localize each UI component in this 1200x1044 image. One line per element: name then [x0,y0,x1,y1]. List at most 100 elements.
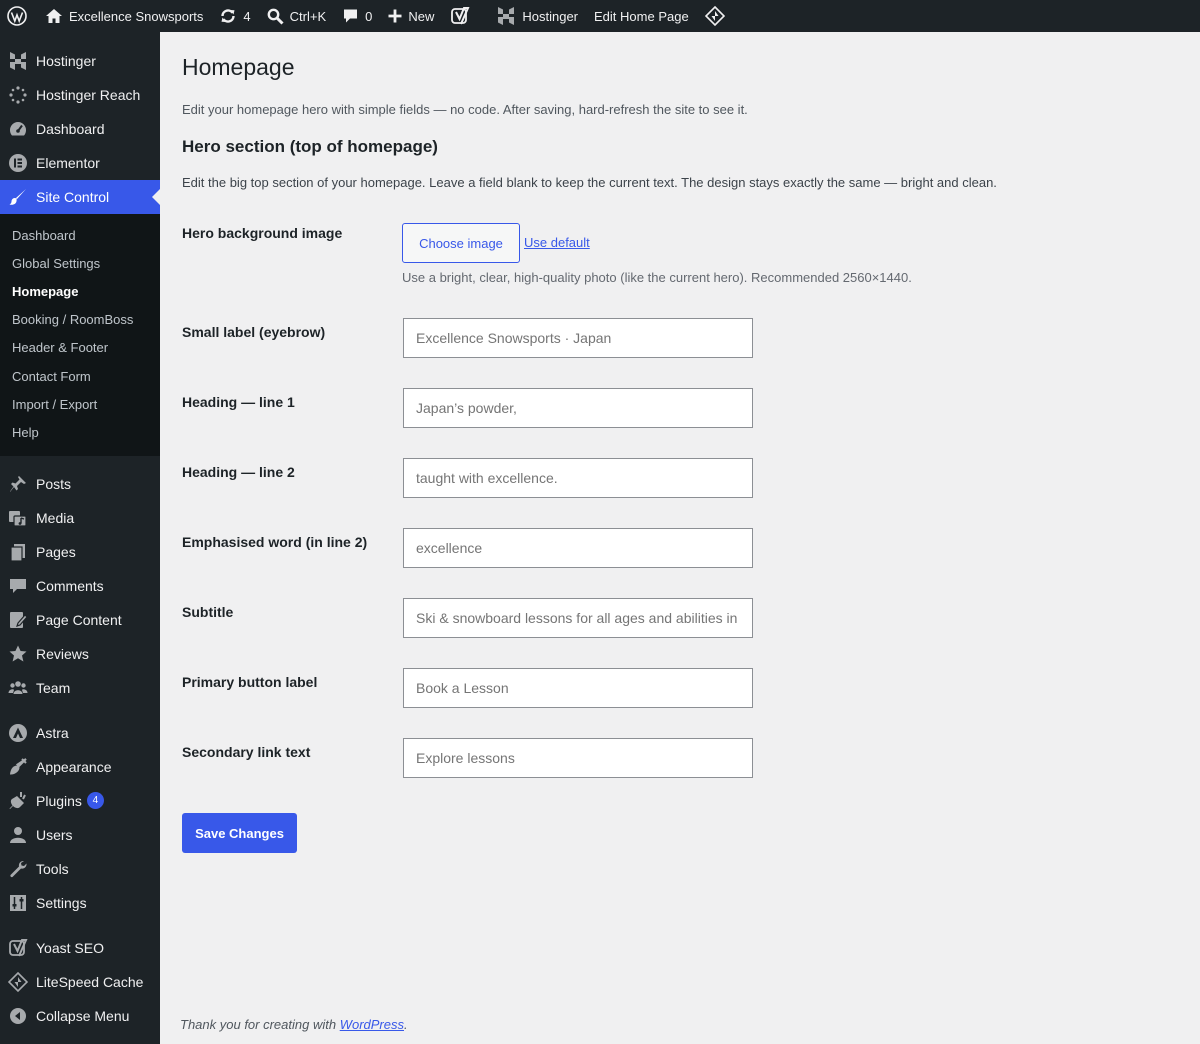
page-content-icon [8,610,28,630]
admin-footer: Thank you for creating with WordPress. [180,1017,408,1032]
sidebar-item-label: Settings [36,894,87,911]
site-control-submenu: Dashboard Global Settings Homepage Booking … [0,214,160,456]
comment-icon [342,8,359,24]
hostinger-icon [8,51,28,71]
litespeed-icon [8,971,28,992]
section-title: Hero section (top of homepage) [182,137,438,156]
sidebar-item-label: Plugins [36,792,82,809]
updates-link[interactable]: 4 [211,0,258,32]
sidebar-item-litespeed-cache[interactable]: LiteSpeed Cache [0,965,160,999]
sidebar-item-pages[interactable]: Pages [0,535,160,569]
sidebar-item-page-content[interactable]: Page Content [0,603,160,637]
media-icon [8,508,28,528]
sidebar-item-appearance[interactable]: Appearance [0,750,160,784]
sidebar-item-hostinger[interactable]: Hostinger [0,44,160,78]
yoast-icon [8,938,28,958]
field-input-small-label-eyebrow[interactable] [403,318,753,358]
star-icon [8,644,28,664]
dashboard-icon [8,119,28,139]
new-label: New [408,8,435,24]
field-input-heading-line-2[interactable] [403,458,753,498]
field-input-primary-button-label[interactable] [403,668,753,708]
sidebar-item-label: Astra [36,724,69,741]
home-icon [45,8,63,24]
submenu-item-contact-form[interactable]: Contact Form [0,362,160,390]
submenu-item-homepage[interactable]: Homepage [0,277,160,305]
submenu-item-booking-roomboss[interactable]: Booking / RoomBoss [0,306,160,334]
submenu-item-help[interactable]: Help [0,418,160,446]
settings-icon [8,893,28,913]
admin-bar: Excellence Snowsports 4 Ctrl+K 0 New Hos… [0,0,1200,32]
use-default-link[interactable]: Use default [524,235,590,250]
sidebar-item-label: Pages [36,543,76,560]
sidebar-item-label: Hostinger Reach [36,87,141,103]
main-content: Homepage Edit your homepage hero with si… [160,32,1200,1044]
sidebar-item-label: Appearance [36,758,112,775]
sidebar-item-label: Page Content [36,611,122,628]
sidebar-item-plugins[interactable]: Plugins 4 [0,784,160,818]
hostinger-link[interactable]: Hostinger [478,0,586,32]
sidebar-item-users[interactable]: Users [0,818,160,852]
submenu-item-import-export[interactable]: Import / Export [0,390,160,418]
sidebar-item-astra[interactable]: Astra [0,716,160,750]
collapse-icon [8,1006,28,1026]
field-label-emphasised-word-in-line-2: Emphasised word (in line 2) [182,534,368,550]
litespeed-menu-link[interactable] [697,0,733,32]
sidebar-item-elementor[interactable]: Elementor [0,146,160,180]
section-description: Edit the big top section of your homepag… [182,175,997,190]
search-shortcut: Ctrl+K [289,8,327,24]
sidebar-item-posts[interactable]: Posts [0,467,160,501]
sidebar-item-label: Team [36,679,71,696]
submenu-item-dashboard[interactable]: Dashboard [0,221,160,249]
search-link[interactable]: Ctrl+K [259,0,334,32]
site-name-link[interactable]: Excellence Snowsports [37,0,211,32]
litespeed-icon [704,6,725,26]
appearance-icon [8,757,28,777]
sidebar-item-settings[interactable]: Settings [0,886,160,920]
sidebar-item-tools[interactable]: Tools [0,852,160,886]
brush-icon [8,187,28,207]
footer-text: Thank you for creating with [180,1017,337,1032]
comments-count: 0 [365,8,373,24]
sidebar-item-label: Dashboard [36,121,105,137]
field-label-small-label-eyebrow: Small label (eyebrow) [182,324,326,340]
page-intro: Edit your homepage hero with simple fiel… [182,102,748,117]
sidebar-item-hostinger-reach[interactable]: Hostinger Reach [0,78,160,112]
sidebar-item-site-control[interactable]: Site Control [0,180,160,214]
sidebar-item-dashboard[interactable]: Dashboard [0,112,160,146]
new-content-link[interactable]: New [380,0,442,32]
choose-image-button[interactable]: Choose image [402,223,520,263]
submenu-item-global-settings[interactable]: Global Settings [0,249,160,277]
updates-icon [219,7,237,25]
hostinger-label: Hostinger [522,8,579,24]
field-label-heading-line-2: Heading — line 2 [182,464,295,480]
submenu-item-header-footer[interactable]: Header & Footer [0,334,160,362]
search-icon [267,8,284,25]
sidebar-item-reviews[interactable]: Reviews [0,637,160,671]
wordpress-link[interactable]: WordPress [340,1017,404,1032]
hero-background-label: Hero background image [182,225,343,241]
sidebar-item-label: Yoast SEO [36,939,104,956]
edit-page-label: Edit Home Page [594,8,689,24]
field-label-primary-button-label: Primary button label [182,674,318,690]
sidebar-item-label: Reviews [36,645,89,662]
plus-icon [388,9,402,23]
sidebar-item-label: Posts [36,475,72,492]
sidebar-item-yoast-seo[interactable]: Yoast SEO [0,931,160,965]
sidebar-item-collapse-menu[interactable]: Collapse Menu [0,999,160,1033]
yoast-menu-link[interactable] [442,0,478,32]
site-name: Excellence Snowsports [69,8,204,24]
sidebar-item-comments[interactable]: Comments [0,569,160,603]
wordpress-logo-icon[interactable] [0,0,37,32]
comments-link[interactable]: 0 [334,0,380,32]
field-input-emphasised-word-in-line-2[interactable] [403,528,753,568]
edit-page-link[interactable]: Edit Home Page [586,0,697,32]
field-input-heading-line-1[interactable] [403,388,753,428]
astra-icon [8,723,28,743]
reach-icon [8,85,28,105]
save-changes-button[interactable]: Save Changes [182,813,297,853]
field-input-subtitle[interactable] [403,598,753,638]
field-input-secondary-link-text[interactable] [403,738,753,778]
sidebar-item-media[interactable]: Media [0,501,160,535]
sidebar-item-team[interactable]: Team [0,671,160,705]
